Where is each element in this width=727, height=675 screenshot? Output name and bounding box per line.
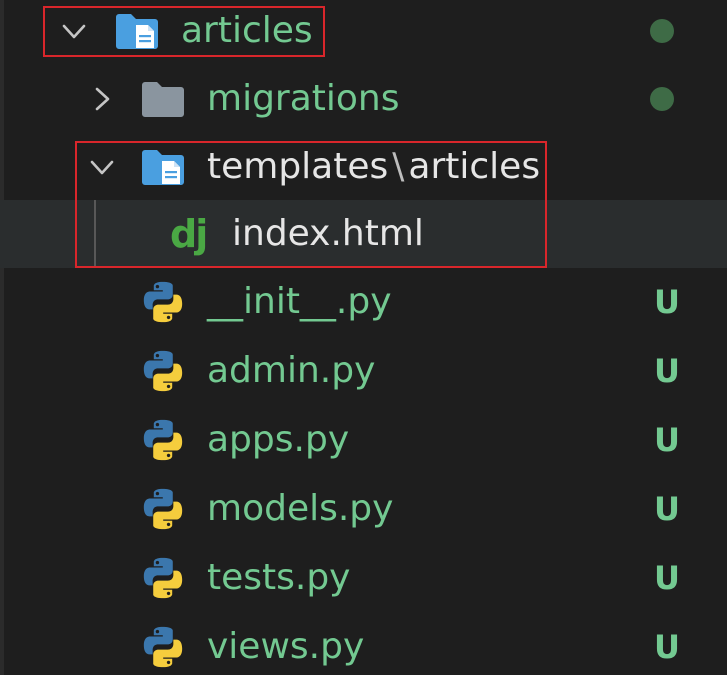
chevron-right-icon[interactable]	[88, 85, 116, 113]
python-icon	[140, 348, 186, 394]
django-icon: dj	[170, 212, 208, 256]
tree-item-templates-articles[interactable]: templates \ articles	[0, 133, 727, 201]
untracked-badge: U	[654, 421, 680, 459]
python-icon	[140, 486, 186, 532]
tree-item-index-html[interactable]: dj index.html	[0, 200, 727, 268]
tree-item-label: templates \ articles	[207, 149, 540, 185]
untracked-badge: U	[654, 490, 680, 528]
tree-item-label: index.html	[232, 213, 424, 254]
tree-item-label: apps.py	[207, 419, 350, 460]
folder-icon	[140, 79, 188, 119]
tree-item-label: migrations	[207, 78, 400, 119]
modified-dot-icon	[650, 87, 674, 111]
folder-open-icon	[140, 147, 188, 187]
tree-item-label: __init__.py	[207, 281, 392, 322]
python-icon	[140, 555, 186, 601]
indent-guide	[94, 200, 96, 268]
tree-item-admin-py[interactable]: admin.py U	[0, 337, 727, 405]
python-icon	[140, 624, 186, 670]
tree-item-tests-py[interactable]: tests.py U	[0, 544, 727, 612]
untracked-badge: U	[654, 352, 680, 390]
tree-item-migrations[interactable]: migrations	[0, 65, 727, 133]
untracked-badge: U	[654, 559, 680, 597]
tree-item-apps-py[interactable]: apps.py U	[0, 406, 727, 474]
folder-name-templates: templates	[207, 146, 389, 187]
tree-item-models-py[interactable]: models.py U	[0, 475, 727, 543]
modified-dot-icon	[650, 19, 674, 43]
path-separator: \	[392, 146, 405, 187]
tree-item-init-py[interactable]: __init__.py U	[0, 268, 727, 336]
tree-item-articles[interactable]: articles	[0, 0, 727, 65]
tree-item-label: models.py	[207, 488, 394, 529]
python-icon	[140, 279, 186, 325]
folder-name-articles: articles	[408, 146, 541, 187]
folder-open-icon	[114, 11, 162, 51]
chevron-down-icon[interactable]	[88, 153, 116, 181]
tree-item-views-py[interactable]: views.py U	[0, 613, 727, 675]
untracked-badge: U	[654, 628, 680, 666]
tree-item-label: articles	[181, 10, 313, 51]
tree-item-label: views.py	[207, 626, 365, 667]
tree-item-label: admin.py	[207, 350, 376, 391]
tree-item-label: tests.py	[207, 557, 351, 598]
python-icon	[140, 417, 186, 463]
file-explorer-tree: articles migrations templates \ articles d…	[0, 0, 727, 675]
chevron-down-icon[interactable]	[60, 17, 88, 45]
untracked-badge: U	[654, 283, 680, 321]
